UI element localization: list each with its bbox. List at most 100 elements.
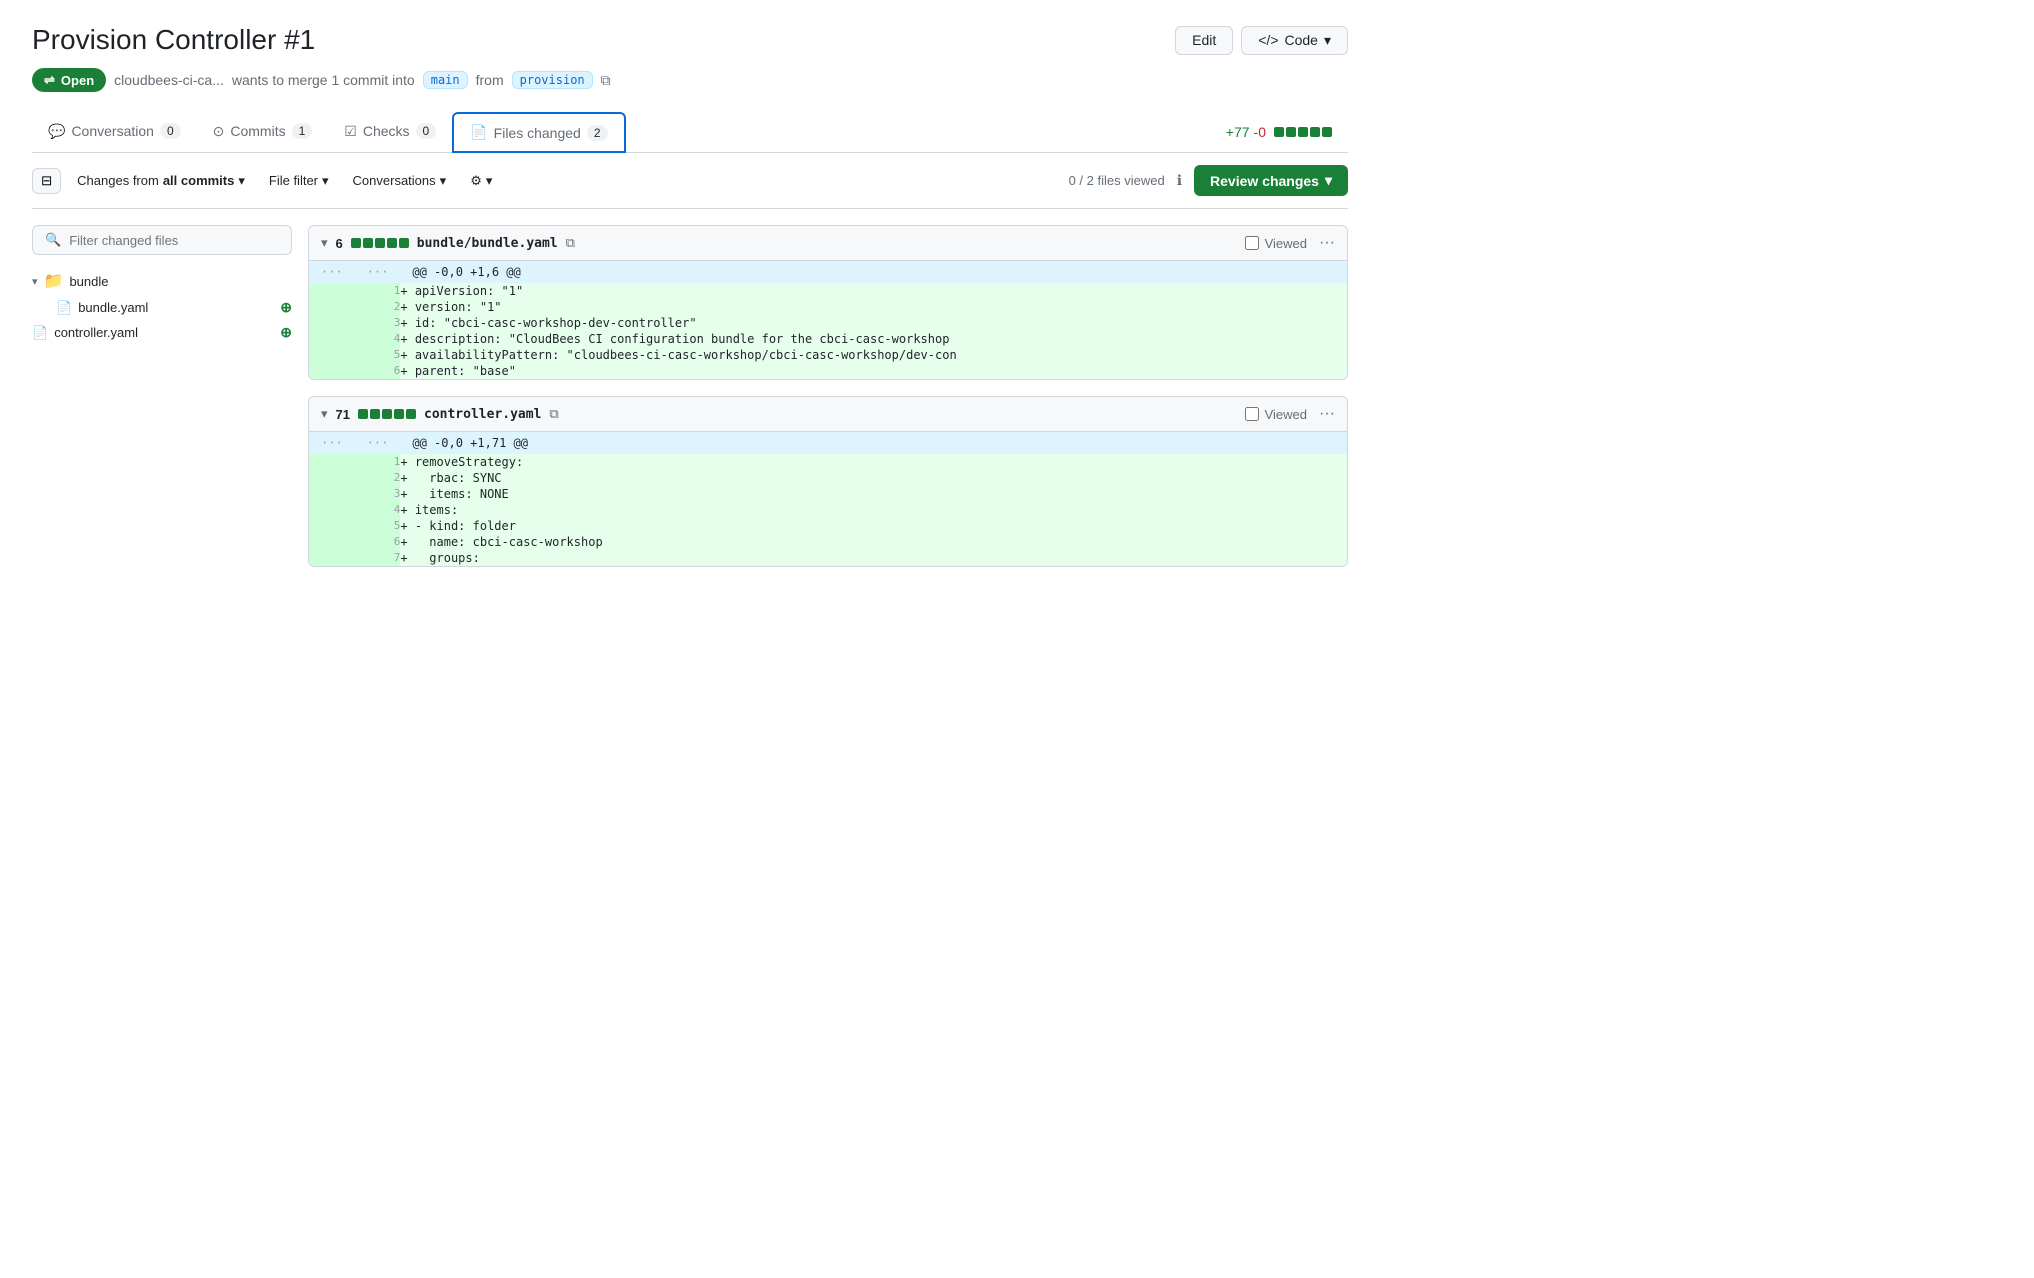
conversation-icon: 💬 xyxy=(48,123,65,140)
diff-table-bundle: ··· ··· @@ -0,0 +1,6 @@ 1 + apiVersion: … xyxy=(309,261,1347,379)
chevron-down-icon: ▾ xyxy=(440,173,447,189)
code-button[interactable]: </> Code ▾ xyxy=(1241,26,1348,55)
pr-meta: ⇌ Open cloudbees-ci-ca... wants to merge… xyxy=(32,68,1348,92)
diff-file-header-controller: ▾ 71 controller.yaml ⧉ xyxy=(309,397,1347,432)
diff-filename: bundle/bundle.yaml xyxy=(417,236,558,251)
file-sidebar: 🔍 ▾ 📁 bundle 📄 bundle.yaml ⊕ xyxy=(32,225,292,583)
conversation-count: 0 xyxy=(160,123,181,139)
files-changed-icon: 📄 xyxy=(470,124,487,141)
folder-icon: 📁 xyxy=(44,271,64,291)
viewed-checkbox[interactable] xyxy=(1245,236,1259,250)
file-icon: 📄 xyxy=(56,300,72,316)
diff-line-added: 5 + - kind: folder xyxy=(309,518,1347,534)
changes-from-dropdown[interactable]: Changes from all commits ▾ xyxy=(69,169,253,193)
diff-line-added: 1 + apiVersion: "1" xyxy=(309,283,1347,299)
gear-icon: ⚙ xyxy=(470,173,482,189)
collapse-file-btn[interactable]: ▾ xyxy=(321,235,328,251)
diff-area: ▾ 6 bundle/bundle.yaml ⧉ xyxy=(308,225,1348,583)
source-branch[interactable]: provision xyxy=(512,71,593,89)
hunk-header-row: ··· ··· @@ -0,0 +1,6 @@ xyxy=(309,261,1347,283)
chevron-down-icon: ▾ xyxy=(1325,172,1332,189)
tab-bar: 💬 Conversation 0 ⊙ Commits 1 ☑ Checks 0 … xyxy=(32,112,1348,153)
viewed-checkbox[interactable] xyxy=(1245,407,1259,421)
review-changes-button[interactable]: Review changes ▾ xyxy=(1194,165,1348,196)
chevron-down-icon: ▾ xyxy=(32,275,38,288)
files-viewed-label: 0 / 2 files viewed xyxy=(1069,173,1165,188)
folder-bundle[interactable]: ▾ 📁 bundle xyxy=(32,267,292,295)
additions-stat: +77 xyxy=(1226,124,1250,140)
diff-line-added: 4 + description: "CloudBees CI configura… xyxy=(309,331,1347,347)
copy-filename-icon[interactable]: ⧉ xyxy=(566,235,575,251)
copy-branch-icon[interactable]: ⧉ xyxy=(601,72,611,89)
diff-line-added: 6 + name: cbci-casc-workshop xyxy=(309,534,1347,550)
collapse-icon: ⊟ xyxy=(41,173,52,188)
file-tree: ▾ 📁 bundle 📄 bundle.yaml ⊕ 📄 controller.… xyxy=(32,267,292,345)
viewed-label: Viewed xyxy=(1245,407,1307,422)
diff-file-controller-yaml: ▾ 71 controller.yaml ⧉ xyxy=(308,396,1348,567)
diff-line-count: 71 xyxy=(336,407,350,422)
tab-commits[interactable]: ⊙ Commits 1 xyxy=(197,113,329,152)
code-icon: </> xyxy=(1258,32,1278,48)
diff-table-controller: ··· ··· @@ -0,0 +1,71 @@ 1 + removeStrat… xyxy=(309,432,1347,566)
tab-checks[interactable]: ☑ Checks 0 xyxy=(328,113,452,152)
status-badge: ⇌ Open xyxy=(32,68,106,92)
diff-bar xyxy=(1274,127,1332,137)
more-options-btn[interactable]: ··· xyxy=(1319,234,1335,252)
collapse-file-btn[interactable]: ▾ xyxy=(321,406,328,422)
pr-author: cloudbees-ci-ca... xyxy=(114,72,224,88)
commits-icon: ⊙ xyxy=(213,123,225,140)
diff-line-added: 5 + availabilityPattern: "cloudbees-ci-c… xyxy=(309,347,1347,363)
diff-filename: controller.yaml xyxy=(424,407,541,422)
diff-toolbar: ⊟ Changes from all commits ▾ File filter… xyxy=(32,153,1348,209)
diff-line-added: 3 + items: NONE xyxy=(309,486,1347,502)
viewed-label: Viewed xyxy=(1245,236,1307,251)
conversations-dropdown[interactable]: Conversations ▾ xyxy=(345,169,455,193)
header-actions: Edit </> Code ▾ xyxy=(1175,26,1348,55)
tab-conversation[interactable]: 💬 Conversation 0 xyxy=(32,113,197,152)
diff-line-added: 7 + groups: xyxy=(309,550,1347,566)
diff-file-bundle-yaml: ▾ 6 bundle/bundle.yaml ⧉ xyxy=(308,225,1348,380)
chevron-down-icon: ▾ xyxy=(486,173,493,189)
file-added-icon: ⊕ xyxy=(280,299,292,316)
chevron-down-icon: ▾ xyxy=(238,173,245,189)
main-content: 🔍 ▾ 📁 bundle 📄 bundle.yaml ⊕ xyxy=(32,225,1348,583)
file-filter-dropdown[interactable]: File filter ▾ xyxy=(261,169,337,193)
diff-squares xyxy=(358,409,416,419)
checks-count: 0 xyxy=(416,123,437,139)
diff-line-added: 4 + items: xyxy=(309,502,1347,518)
diff-squares xyxy=(351,238,409,248)
file-added-icon: ⊕ xyxy=(280,324,292,341)
chevron-down-icon: ▾ xyxy=(1324,32,1331,49)
info-icon[interactable]: ℹ xyxy=(1177,172,1182,189)
chevron-down-icon: ▾ xyxy=(322,173,329,189)
file-icon: 📄 xyxy=(32,325,48,341)
toolbar-right: 0 / 2 files viewed ℹ Review changes ▾ xyxy=(1069,165,1348,196)
diff-line-added: 3 + id: "cbci-casc-workshop-dev-controll… xyxy=(309,315,1347,331)
diff-line-added: 1 + removeStrategy: xyxy=(309,454,1347,470)
checks-icon: ☑ xyxy=(344,123,357,140)
diff-line-count: 6 xyxy=(336,236,343,251)
files-changed-count: 2 xyxy=(587,125,608,141)
hunk-header-row: ··· ··· @@ -0,0 +1,71 @@ xyxy=(309,432,1347,454)
more-options-btn[interactable]: ··· xyxy=(1319,405,1335,423)
toolbar-left: ⊟ Changes from all commits ▾ File filter… xyxy=(32,168,1057,194)
diff-line-added: 2 + rbac: SYNC xyxy=(309,470,1347,486)
collapse-button[interactable]: ⊟ xyxy=(32,168,61,194)
search-input[interactable] xyxy=(69,233,279,248)
pr-title: Provision Controller #1 xyxy=(32,24,315,56)
target-branch[interactable]: main xyxy=(423,71,468,89)
search-box[interactable]: 🔍 xyxy=(32,225,292,255)
merge-icon: ⇌ xyxy=(44,72,55,88)
commits-count: 1 xyxy=(292,123,313,139)
settings-dropdown[interactable]: ⚙ ▾ xyxy=(462,169,500,193)
search-icon: 🔍 xyxy=(45,232,61,248)
file-item-bundle-yaml[interactable]: 📄 bundle.yaml ⊕ xyxy=(32,295,292,320)
diff-file-header-bundle: ▾ 6 bundle/bundle.yaml ⧉ xyxy=(309,226,1347,261)
diff-line-added: 6 + parent: "base" xyxy=(309,363,1347,379)
deletions-stat: -0 xyxy=(1254,124,1266,140)
edit-button[interactable]: Edit xyxy=(1175,26,1233,55)
tab-files-changed[interactable]: 📄 Files changed 2 xyxy=(452,112,625,153)
diff-line-added: 2 + version: "1" xyxy=(309,299,1347,315)
file-item-controller-yaml[interactable]: 📄 controller.yaml ⊕ xyxy=(32,320,292,345)
copy-filename-icon[interactable]: ⧉ xyxy=(549,406,558,422)
